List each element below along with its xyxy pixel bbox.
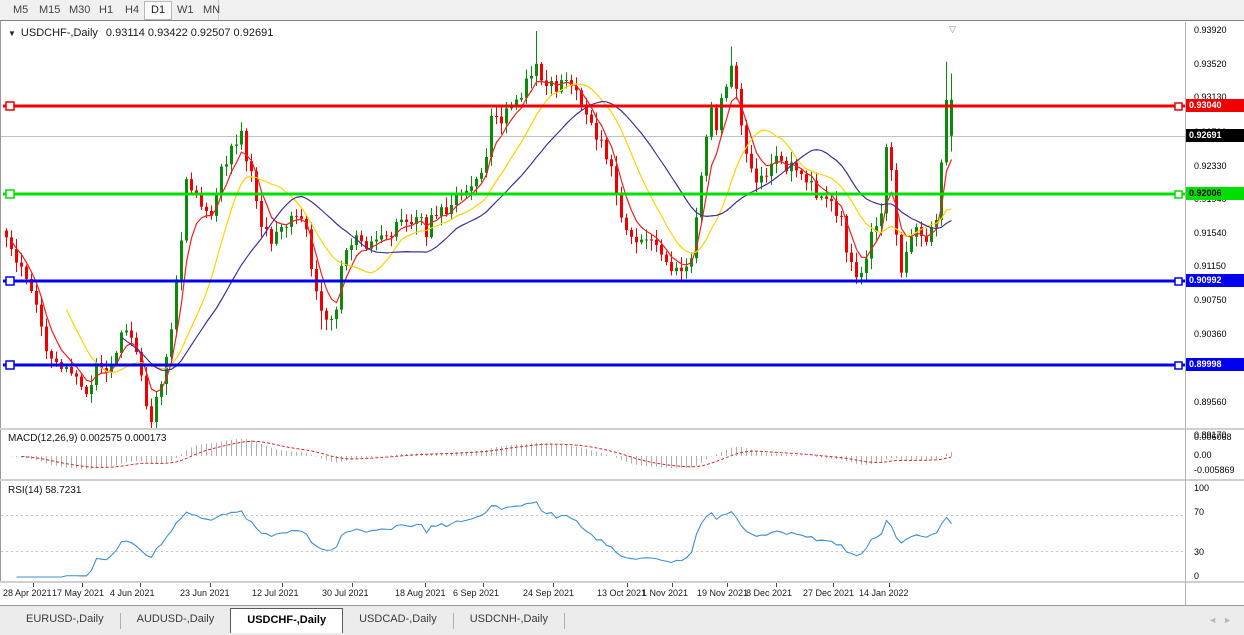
date-tick xyxy=(889,583,890,587)
chart-tab-usdcad[interactable]: USDCAD-,Daily xyxy=(343,609,453,633)
chart-symbol-period: USDCHF-,Daily xyxy=(21,27,98,39)
date-tick xyxy=(727,583,728,587)
chart-tab-usdchf[interactable]: USDCHF-,Daily xyxy=(230,608,343,633)
date-tick xyxy=(776,583,777,587)
date-tick xyxy=(282,583,283,587)
timeframe-button-D1[interactable]: D1 xyxy=(144,1,172,20)
date-axis-label: 13 Oct 2021 xyxy=(597,588,646,598)
macd-name: MACD(12,26,9) xyxy=(8,433,77,444)
chart-tab-eurusd[interactable]: EURUSD-,Daily xyxy=(10,609,120,633)
timeframe-toolbar: M5M15M30H1H4D1W1MN xyxy=(0,0,1244,20)
rsi-indicator-canvas[interactable] xyxy=(1,482,1186,582)
date-tick xyxy=(672,583,673,587)
price-axis-label: 0.90360 xyxy=(1194,329,1227,339)
date-tick xyxy=(627,583,628,587)
timeframe-button-MN[interactable]: MN xyxy=(196,1,227,20)
tab-separator xyxy=(564,613,565,629)
chart-tab-audusd[interactable]: AUDUSD-,Daily xyxy=(121,609,231,633)
date-tick xyxy=(210,583,211,587)
date-axis-label: 6 Sep 2021 xyxy=(453,588,499,598)
indicator-axis-label: 30 xyxy=(1194,547,1204,557)
price-badge: 0.92006 xyxy=(1186,187,1244,200)
chart-window xyxy=(0,20,1244,605)
date-tick xyxy=(425,583,426,587)
price-badge: 0.93040 xyxy=(1186,99,1244,112)
panel-separator[interactable] xyxy=(0,428,1244,430)
price-chart-canvas[interactable] xyxy=(1,23,1186,429)
timeframe-button-H4[interactable]: H4 xyxy=(118,1,146,20)
price-axis-label: 0.91540 xyxy=(1194,228,1227,238)
chart-tab-bar: EURUSD-,DailyAUDUSD-,DailyUSDCHF-,DailyU… xyxy=(0,605,1244,635)
price-axis-label: 0.91150 xyxy=(1194,261,1226,271)
date-axis-label: 30 Jul 2021 xyxy=(322,588,369,598)
date-axis-label: 17 May 2021 xyxy=(52,588,104,598)
price-badge: 0.90992 xyxy=(1186,274,1244,287)
date-axis-label: 23 Jun 2021 xyxy=(180,588,230,598)
indicator-axis-label: 70 xyxy=(1194,507,1204,517)
rsi-label: RSI(14) 58.7231 xyxy=(8,485,81,496)
panel-separator[interactable] xyxy=(0,479,1244,481)
date-axis-label: 24 Sep 2021 xyxy=(523,588,574,598)
macd-label: MACD(12,26,9) 0.002575 0.000173 xyxy=(8,433,166,444)
date-axis-label: 28 Apr 2021 xyxy=(3,588,52,598)
date-axis[interactable]: 28 Apr 202117 May 2021 4 Jun 2021 23 Jun 2… xyxy=(0,583,1185,605)
price-badge: 0.89998 xyxy=(1186,358,1244,371)
date-axis-label: 27 Dec 2021 xyxy=(803,588,854,598)
date-tick xyxy=(553,583,554,587)
price-axis-label: 0.92330 xyxy=(1194,161,1227,171)
macd-values: 0.002575 0.000173 xyxy=(80,433,166,444)
date-tick xyxy=(140,583,141,587)
mt4-window: M5M15M30H1H4D1W1MN ▼ USDCHF-,Daily 0.93114… xyxy=(0,0,1244,635)
date-tick xyxy=(352,583,353,587)
indicator-axis-label: 0 xyxy=(1194,571,1199,581)
chart-tab-usdcnh[interactable]: USDCNH-,Daily xyxy=(454,609,564,633)
price-badge: 0.92691 xyxy=(1186,129,1244,142)
date-tick xyxy=(483,583,484,587)
indicator-axis-label: 0.006068 xyxy=(1194,432,1232,442)
price-axis-label: 0.90750 xyxy=(1194,295,1227,305)
date-axis-label: 18 Aug 2021 xyxy=(395,588,446,598)
chart-dropdown-icon[interactable]: ▼ xyxy=(8,29,16,38)
date-tick xyxy=(833,583,834,587)
rsi-value: 58.7231 xyxy=(45,485,81,496)
indicator-axis-label: -0.005869 xyxy=(1194,465,1235,475)
price-axis-label: 0.89560 xyxy=(1194,397,1227,407)
autoscroll-marker-icon: ▽ xyxy=(949,24,956,35)
timeframe-button-M5[interactable]: M5 xyxy=(6,1,35,20)
price-axis-label: 0.93920 xyxy=(1194,25,1227,35)
chart-title: ▼ USDCHF-,Daily 0.93114 0.93422 0.92507 0.… xyxy=(8,27,273,39)
date-axis-label: 8 Dec 2021 xyxy=(746,588,792,598)
date-tick xyxy=(82,583,83,587)
date-axis-label: 1 Nov 2021 xyxy=(642,588,688,598)
indicator-axis-label: 100 xyxy=(1194,483,1209,493)
date-axis-label: 12 Jul 2021 xyxy=(252,588,299,598)
tab-scroll-left-icon[interactable]: ◄ xyxy=(1208,615,1223,625)
date-axis-label: 4 Jun 2021 xyxy=(110,588,155,598)
date-tick xyxy=(33,583,34,587)
timeframe-button-H1[interactable]: H1 xyxy=(92,1,120,20)
chart-ohlc-values: 0.93114 0.93422 0.92507 0.92691 xyxy=(106,27,273,39)
macd-indicator-canvas[interactable] xyxy=(1,431,1186,480)
date-axis-label: 14 Jan 2022 xyxy=(859,588,909,598)
tab-scroll-right-icon[interactable]: ► xyxy=(1223,615,1238,625)
indicator-axis-label: 0.00 xyxy=(1194,450,1212,460)
price-axis-label: 0.93520 xyxy=(1194,59,1227,69)
date-axis-label: 19 Nov 2021 xyxy=(697,588,748,598)
rsi-name: RSI(14) xyxy=(8,485,42,496)
